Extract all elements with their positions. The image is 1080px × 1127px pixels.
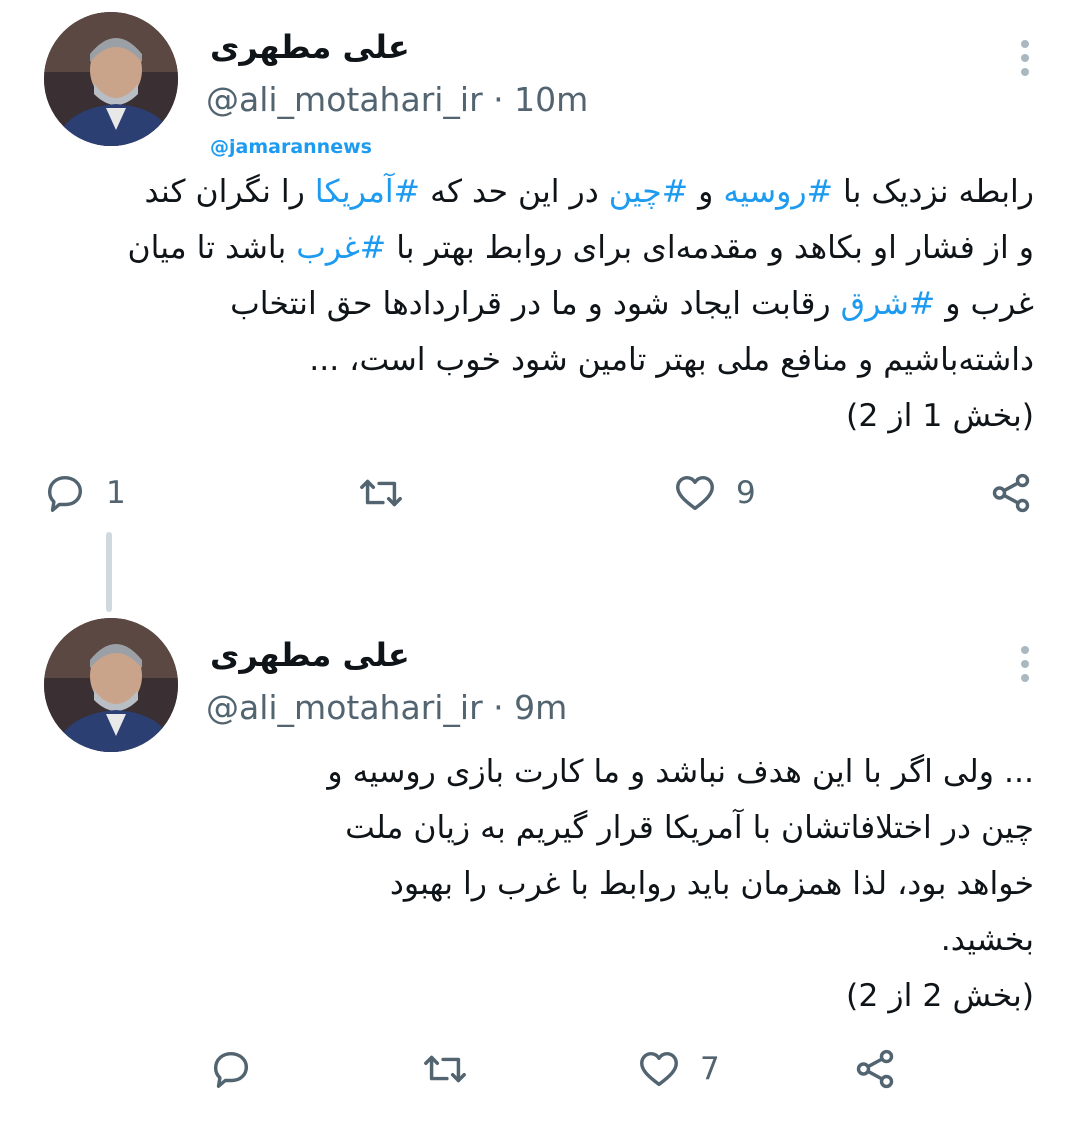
text-line: (بخش 2 از 2)	[846, 978, 1034, 1014]
reply-count: 1	[106, 475, 126, 511]
hashtag-link[interactable]: #چین	[609, 174, 688, 210]
retweet-icon	[360, 479, 402, 507]
handle[interactable]: @ali_motahari_ir	[206, 688, 483, 727]
retweet-button[interactable]	[422, 1046, 486, 1092]
like-button[interactable]: 7	[636, 1046, 720, 1092]
text-line: خواهد بود، لذا همزمان باید روابط با غرب …	[389, 866, 1034, 902]
hashtag-link[interactable]: #روسیه	[723, 174, 833, 210]
reply-icon	[47, 475, 83, 512]
separator-dot: ·	[493, 688, 515, 727]
like-count: 9	[736, 475, 756, 511]
like-count: 7	[700, 1051, 720, 1087]
share-icon	[992, 473, 1030, 513]
share-button[interactable]	[852, 1046, 898, 1092]
more-vertical-icon[interactable]	[1010, 644, 1040, 684]
reply-button[interactable]	[208, 1046, 272, 1092]
heart-icon	[676, 475, 714, 511]
timestamp[interactable]: 9m	[514, 688, 567, 727]
heart-icon	[640, 1051, 678, 1087]
handle-and-time[interactable]: @ali_motahari_ir · 9m	[206, 688, 567, 727]
share-icon	[856, 1049, 894, 1089]
hashtag-link[interactable]: #غرب	[296, 230, 386, 266]
handle[interactable]: @ali_motahari_ir	[206, 80, 483, 119]
reply-button[interactable]: 1	[42, 470, 126, 516]
avatar[interactable]	[44, 12, 178, 146]
avatar[interactable]	[44, 618, 178, 752]
like-button[interactable]: 9	[672, 470, 756, 516]
tweet-text: رابطه نزدیک با #روسیه و #چین در این حد ک…	[34, 164, 1034, 444]
retweet-button[interactable]	[358, 470, 422, 516]
text-line: چین در اختلافاتشان با آمریکا قرار گیریم …	[345, 810, 1034, 846]
hashtag-link[interactable]: #آمریکا	[315, 174, 420, 210]
retweet-icon	[424, 1055, 466, 1083]
tweet-text: ... ولی اگر با این هدف نباشد و ما کارت ب…	[214, 744, 1034, 1024]
handle-and-time[interactable]: @ali_motahari_ir · 10m	[206, 80, 588, 119]
text-line: غرب و #شرق رقابت ایجاد شود و ما در قرارد…	[230, 286, 1034, 322]
watermark: @jamarannews	[210, 136, 372, 158]
text-line: و از فشار او بکاهد و مقدمه‌ای برای روابط…	[127, 230, 1034, 266]
display-name[interactable]: علی مطهری	[210, 28, 570, 66]
action-bar: 7	[0, 1046, 1080, 1106]
text-line: داشته‌باشیم و منافع ملی بهتر تامین شود خ…	[309, 342, 1034, 378]
tweet[interactable]: علی مطهری @ali_motahari_ir · 10m @jamara…	[0, 0, 1080, 560]
action-bar: 1 9	[0, 470, 1080, 530]
text-line: (بخش 1 از 2)	[846, 398, 1034, 434]
reply-icon	[213, 1051, 249, 1088]
text-line: ... ولی اگر با این هدف نباشد و ما کارت ب…	[327, 754, 1034, 790]
share-button[interactable]	[988, 470, 1034, 516]
timestamp[interactable]: 10m	[514, 80, 588, 119]
more-vertical-icon[interactable]	[1010, 38, 1040, 78]
hashtag-link[interactable]: #شرق	[841, 286, 936, 322]
text-line: بخشید.	[940, 922, 1034, 958]
text-line: رابطه نزدیک با #روسیه و #چین در این حد ک…	[144, 174, 1034, 210]
display-name[interactable]: علی مطهری	[210, 636, 570, 674]
separator-dot: ·	[493, 80, 515, 119]
tweet[interactable]: علی مطهری @ali_motahari_ir · 9m ... ولی …	[0, 600, 1080, 1127]
